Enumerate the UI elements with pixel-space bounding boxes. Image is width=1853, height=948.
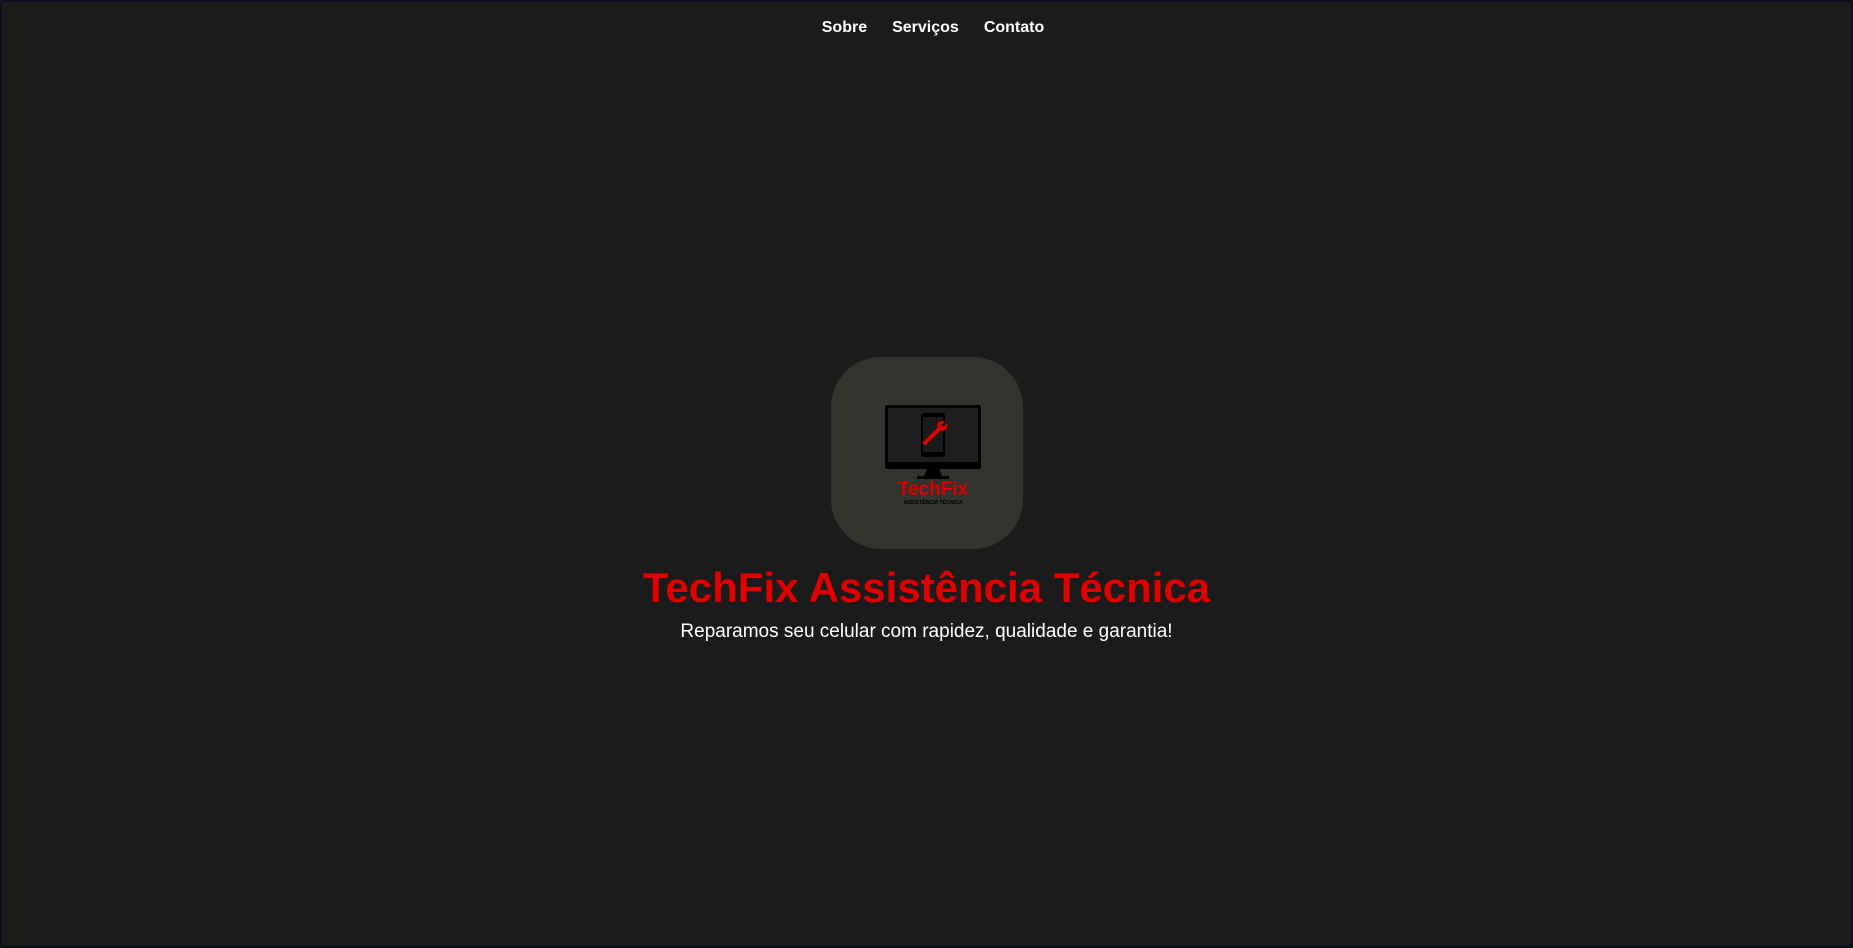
nav-link-contato[interactable]: Contato bbox=[984, 18, 1044, 38]
nav-link-sobre[interactable]: Sobre bbox=[822, 18, 867, 38]
nav-link-servicos[interactable]: Serviços bbox=[892, 18, 959, 38]
page: Sobre Serviços Contato TechFix ASSISTÊNC… bbox=[0, 0, 1853, 948]
hero-section: TechFix ASSISTÊNCIA TÉCNICA TechFix Assi… bbox=[2, 357, 1851, 644]
top-navigation: Sobre Serviços Contato bbox=[2, 18, 1851, 38]
logo-tagline-text: ASSISTÊNCIA TÉCNICA bbox=[903, 498, 962, 506]
monitor-wrench-icon: TechFix ASSISTÊNCIA TÉCNICA bbox=[884, 405, 981, 506]
hero-subtitle: Reparamos seu celular com rapidez, quali… bbox=[680, 621, 1173, 642]
logo-brand-text: TechFix bbox=[897, 479, 968, 500]
hero-title: TechFix Assistência Técnica bbox=[642, 564, 1211, 611]
logo: TechFix ASSISTÊNCIA TÉCNICA bbox=[830, 357, 1023, 549]
